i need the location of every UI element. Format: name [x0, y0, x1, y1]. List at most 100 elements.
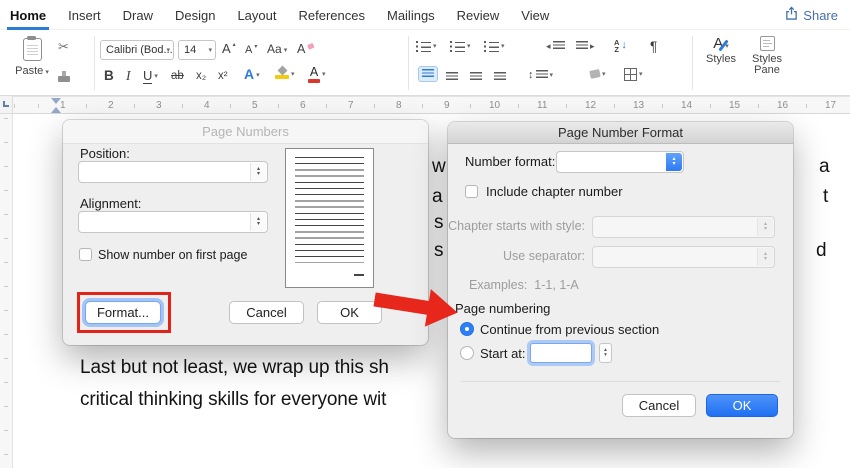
number-format-label: Number format:: [465, 154, 556, 169]
text-effects-button[interactable]: A ▾: [244, 67, 260, 82]
chapter-style-label: Chapter starts with style:: [448, 219, 585, 233]
paint-bucket-icon: [589, 69, 601, 79]
change-case-button[interactable]: Aa ▾: [267, 42, 287, 57]
ruler-number: 14: [679, 99, 695, 112]
ruler-number: 6: [298, 99, 308, 112]
show-number-first-page-checkbox[interactable]: [79, 248, 92, 261]
number-format-dropdown[interactable]: 1, 2, 3, ... ▴▾: [556, 151, 684, 173]
include-chapter-label: Include chapter number: [486, 184, 623, 199]
ruler-number: 12: [583, 99, 599, 112]
share-button[interactable]: Share: [785, 5, 838, 25]
scissors-icon: ✂: [58, 39, 69, 54]
tab-references[interactable]: References: [299, 8, 365, 23]
superscript-button[interactable]: x²: [218, 69, 228, 84]
ruler-number: 2: [106, 99, 116, 112]
increase-indent-button[interactable]: ▸: [576, 38, 595, 54]
bold-button[interactable]: B: [104, 68, 114, 83]
position-dropdown[interactable]: Bottom of page (Footer) ▴▾: [78, 161, 268, 183]
vertical-ruler: [0, 114, 13, 468]
cancel-button[interactable]: Cancel: [622, 394, 696, 417]
continue-from-previous-label: Continue from previous section: [480, 322, 660, 337]
annotation-highlight-box: [77, 292, 171, 333]
align-right-button[interactable]: [470, 69, 482, 82]
underline-button[interactable]: U ▾: [143, 68, 158, 84]
chevron-down-icon: ▾: [602, 71, 606, 78]
first-line-indent-marker[interactable]: [51, 98, 61, 104]
grow-font-button[interactable]: A ▴: [222, 41, 236, 56]
tab-stop-selector[interactable]: [0, 96, 13, 114]
include-chapter-checkbox[interactable]: [465, 185, 478, 198]
sort-az-icon: AZ: [614, 38, 620, 54]
borders-button[interactable]: ▾: [624, 66, 643, 81]
start-at-radio[interactable]: [460, 346, 474, 360]
cancel-button[interactable]: Cancel: [229, 301, 304, 324]
font-name-combo[interactable]: Calibri (Bod... ▾: [100, 40, 174, 60]
align-left-button[interactable]: [418, 66, 438, 82]
cut-button[interactable]: ✂: [58, 39, 69, 55]
tab-home[interactable]: Home: [6, 8, 50, 30]
subscript-button[interactable]: x₂: [196, 69, 206, 84]
left-indent-marker[interactable]: [51, 107, 61, 113]
ribbon-tabs: Home Insert Draw Design Layout Reference…: [6, 0, 549, 30]
chevron-down-icon: ▾: [501, 43, 505, 50]
tab-draw[interactable]: Draw: [123, 8, 153, 23]
paste-label: Paste: [15, 64, 44, 77]
tab-design[interactable]: Design: [175, 8, 215, 23]
position-label: Position:: [80, 146, 130, 161]
styles-button[interactable]: A ▾ Styles: [700, 35, 742, 66]
group-separator: [94, 36, 95, 90]
chevron-down-icon: ▾: [256, 72, 260, 79]
ok-button[interactable]: OK: [706, 394, 778, 417]
format-painter-button[interactable]: [58, 71, 70, 82]
styles-label: Styles: [706, 53, 736, 65]
shrink-font-button[interactable]: A ▾: [245, 43, 257, 58]
ribbon: Paste ▾ ✂ Calibri (Bod... ▾ 14 ▾ A ▴ A ▾…: [0, 30, 850, 96]
ruler-number: 4: [202, 99, 212, 112]
decrease-indent-button[interactable]: ◂: [546, 38, 565, 54]
shading-button[interactable]: ▾: [589, 66, 606, 79]
line-spacing-button[interactable]: ↕ ▾: [528, 67, 553, 83]
dropdown-stepper-icon: ▴ ▾: [250, 213, 266, 231]
paste-button[interactable]: Paste ▾: [10, 36, 54, 77]
dropdown-stepper-icon: ▴ ▾: [666, 153, 682, 171]
chevron-down-icon: ▾: [467, 43, 471, 50]
tab-layout[interactable]: Layout: [237, 8, 276, 23]
alignment-dropdown[interactable]: Right ▴▾: [78, 211, 268, 233]
align-center-button[interactable]: [446, 69, 458, 82]
tab-insert[interactable]: Insert: [68, 8, 101, 23]
tab-mailings[interactable]: Mailings: [387, 8, 435, 23]
tab-view[interactable]: View: [521, 8, 549, 23]
chevron-down-icon: ▾: [291, 71, 295, 78]
pilcrow-icon: ¶: [650, 39, 658, 54]
arrow-left-icon: ◂: [546, 41, 551, 51]
font-size-combo[interactable]: 14 ▾: [178, 40, 216, 60]
sort-button[interactable]: AZ ↓: [614, 37, 627, 54]
ruler-number: 13: [631, 99, 647, 112]
numbered-list-button[interactable]: ▾: [450, 38, 471, 52]
tab-review[interactable]: Review: [457, 8, 500, 23]
ruler-number: 10: [487, 99, 503, 112]
bullet-list-button[interactable]: ▾: [416, 38, 437, 52]
styles-pane-button[interactable]: Styles Pane: [744, 36, 790, 76]
chevron-down-icon: ▾: [549, 72, 554, 79]
share-label: Share: [803, 7, 838, 23]
clear-format-button[interactable]: A: [297, 42, 315, 57]
styles-icon: A ▾: [713, 35, 729, 52]
ruler-number: 16: [775, 99, 791, 112]
ruler-number: 9: [442, 99, 452, 112]
continue-from-previous-radio[interactable]: [460, 322, 474, 336]
font-color-button[interactable]: A ▾: [308, 66, 326, 83]
use-separator-label: Use separator:: [503, 249, 585, 263]
italic-button[interactable]: I: [126, 68, 131, 83]
tab-stop-icon: [3, 101, 9, 107]
document-fragment: a: [819, 156, 830, 177]
multilevel-list-button[interactable]: ▾: [484, 38, 505, 52]
show-paragraph-marks-button[interactable]: ¶: [650, 39, 657, 54]
divider: [461, 381, 780, 382]
start-at-input[interactable]: [530, 343, 592, 363]
styles-pane-label: Styles Pane: [752, 53, 782, 76]
start-at-stepper[interactable]: ▴ ▾: [599, 343, 612, 363]
highlight-color-button[interactable]: ▾: [275, 65, 295, 79]
justify-button[interactable]: [494, 69, 506, 82]
strikethrough-button[interactable]: ab: [171, 69, 184, 84]
